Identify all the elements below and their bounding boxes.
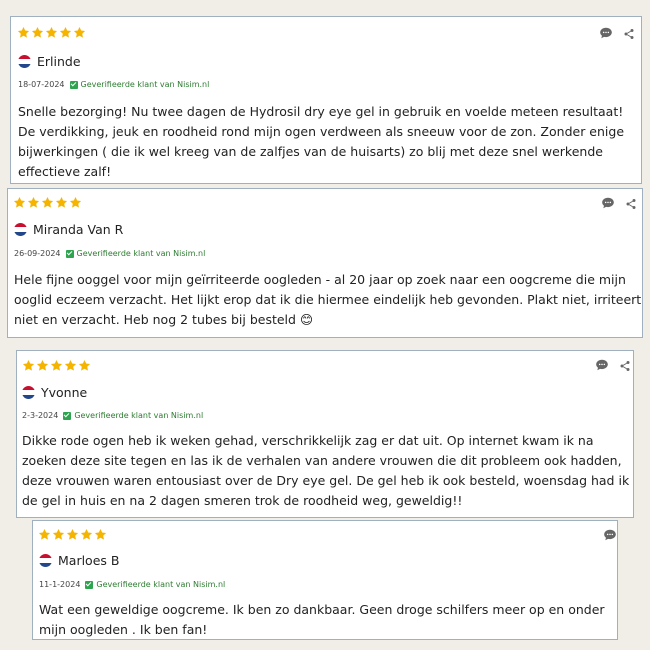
netherlands-flag-icon	[22, 386, 35, 399]
comment-icon[interactable]	[603, 527, 617, 546]
star-icon	[94, 526, 107, 540]
star-icon	[69, 194, 82, 208]
review-text: Snelle bezorging! Nu twee dagen de Hydro…	[18, 104, 625, 179]
verified-check-icon	[65, 249, 74, 258]
review-date: 11-1-2024	[39, 580, 81, 589]
star-rating	[22, 357, 91, 371]
star-icon	[38, 526, 51, 540]
review-date: 18-07-2024	[18, 80, 65, 89]
verified-check-icon	[69, 80, 78, 89]
reviewer-name: Marloes B	[58, 553, 120, 568]
review-card: Marloes B 11-1-2024 Geverifieerde klant …	[32, 520, 618, 640]
review-date: 26-09-2024	[14, 249, 61, 258]
reviewer-name: Erlinde	[37, 54, 81, 69]
verified-label: Geverifieerde klant van Nisim.nl	[96, 580, 226, 589]
verified-label: Geverifieerde klant van Nisim.nl	[80, 80, 210, 89]
star-icon	[41, 194, 54, 208]
star-icon	[17, 24, 30, 38]
star-icon	[59, 24, 72, 38]
star-rating	[38, 526, 107, 540]
star-rating	[17, 24, 86, 38]
star-icon	[64, 357, 77, 371]
reviewer-name: Miranda Van R	[33, 222, 124, 237]
verified-check-icon	[85, 580, 94, 589]
share-icon[interactable]	[623, 25, 635, 44]
review-text: Hele fijne ooggel voor mijn geïrriteerde…	[14, 272, 642, 327]
star-icon	[66, 526, 79, 540]
review-text: Wat een geweldige oogcreme. Ik ben zo da…	[39, 602, 605, 637]
review-card: Erlinde 18-07-2024 Geverifieerde klant v…	[10, 16, 642, 184]
review-card: Miranda Van R 26-09-2024 Geverifieerde k…	[7, 188, 643, 338]
star-icon	[13, 194, 26, 208]
star-icon	[36, 357, 49, 371]
comment-icon[interactable]	[599, 25, 613, 44]
comment-icon[interactable]	[595, 357, 609, 376]
star-icon	[45, 24, 58, 38]
verified-check-icon	[63, 411, 72, 420]
star-icon	[52, 526, 65, 540]
review-date: 2-3-2024	[22, 411, 59, 420]
netherlands-flag-icon	[18, 55, 31, 68]
star-rating	[13, 194, 82, 208]
star-icon	[22, 357, 35, 371]
netherlands-flag-icon	[39, 554, 52, 567]
star-icon	[80, 526, 93, 540]
comment-icon[interactable]	[601, 195, 615, 214]
share-icon[interactable]	[619, 357, 631, 376]
star-icon	[31, 24, 44, 38]
netherlands-flag-icon	[14, 223, 27, 236]
verified-label: Geverifieerde klant van Nisim.nl	[74, 411, 204, 420]
star-icon	[27, 194, 40, 208]
review-card: Yvonne 2-3-2024 Geverifieerde klant van …	[16, 350, 634, 518]
verified-label: Geverifieerde klant van Nisim.nl	[76, 249, 206, 258]
reviewer-name: Yvonne	[41, 385, 88, 400]
share-icon[interactable]	[625, 195, 637, 214]
star-icon	[78, 357, 91, 371]
star-icon	[50, 357, 63, 371]
review-text: Dikke rode ogen heb ik weken gehad, vers…	[22, 433, 630, 508]
star-icon	[73, 24, 86, 38]
star-icon	[55, 194, 68, 208]
